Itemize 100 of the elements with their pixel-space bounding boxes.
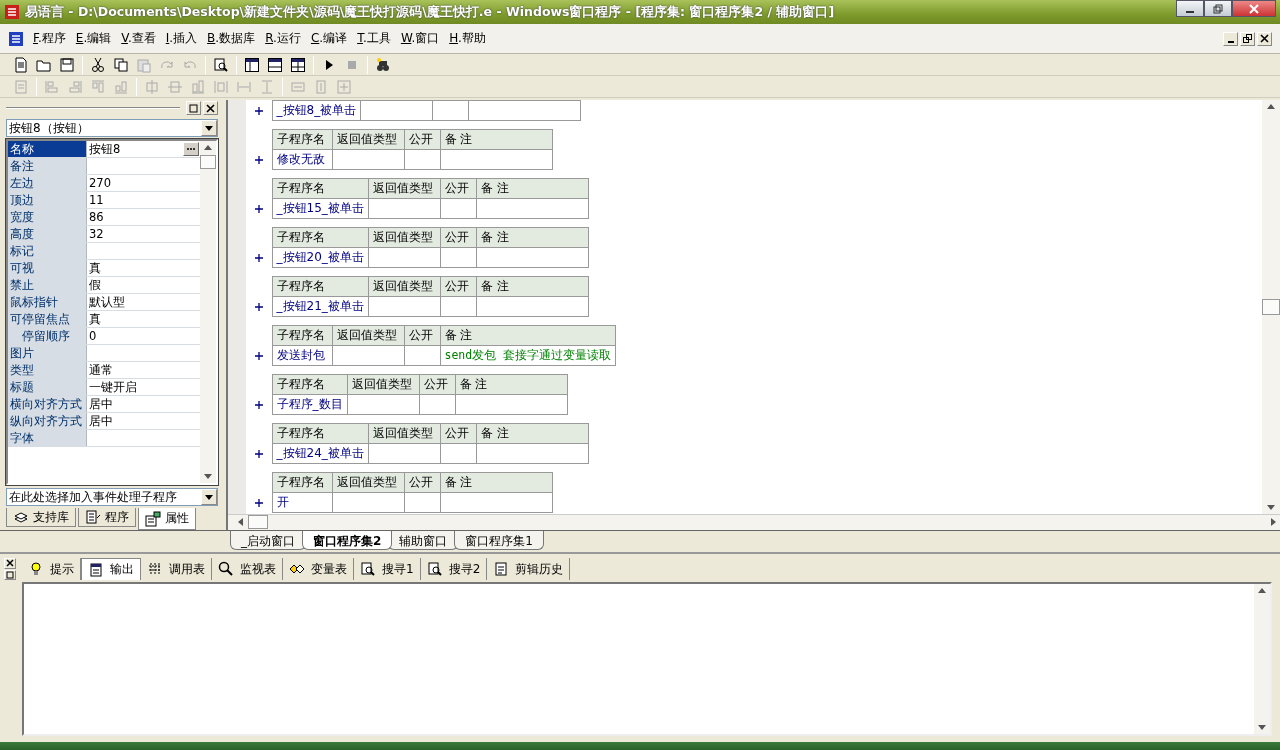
scrollbar-thumb[interactable] [200,155,216,169]
panel-tab[interactable]: 属性 [138,508,196,530]
panel-tab[interactable]: 搜寻1 [354,558,421,580]
square-icon [6,570,14,579]
plus-icon[interactable] [254,155,264,165]
property-name[interactable]: 高度 [8,226,86,242]
subroutine-name[interactable]: _按钮8_被单击 [272,100,361,121]
panel-tab[interactable]: 搜寻2 [420,558,488,580]
scroll-arrow-icon[interactable] [204,472,212,480]
column-header: 公开 [440,276,477,297]
panel-tab[interactable]: 程序 [78,508,136,527]
minimize-button[interactable] [1176,0,1204,17]
subroutine-name[interactable]: _按钮24_被单击 [272,443,369,464]
column-header: 备 注 [455,374,567,395]
scroll-arrow-icon[interactable] [1267,103,1275,111]
ellipsis-button[interactable] [183,142,199,156]
app-logo-icon [8,30,24,47]
property-name[interactable]: 图片 [8,345,86,361]
menu-item[interactable]: V.查看 [116,28,161,49]
property-name[interactable]: 备注 [8,158,86,174]
center-vertical-icon [167,78,183,95]
property-name[interactable]: 标记 [8,243,86,259]
panel-tab[interactable]: 输出 [81,558,141,580]
object-combo[interactable]: 按钮8（按钮） [6,119,218,137]
menu-item[interactable]: E.编辑 [70,28,117,49]
horizontal-scrollbar[interactable] [228,514,1280,530]
subroutine-name[interactable]: 开 [272,492,332,513]
menu-item[interactable]: F.程序 [28,28,71,49]
plus-icon[interactable] [254,204,264,214]
column-header: 子程序名 [272,129,332,150]
panel-tab[interactable]: 变量表 [283,558,354,580]
property-name[interactable]: 类型 [8,362,86,378]
menu-item[interactable]: H.帮助 [444,28,491,49]
scroll-arrow-icon[interactable] [204,144,212,152]
property-name[interactable]: 停留顺序 [8,328,86,344]
column-header: 公开 [419,374,455,395]
property-name[interactable]: 顶边 [8,192,86,208]
subroutine-name[interactable]: _按钮15_被单击 [272,198,369,219]
subroutine-name[interactable]: _按钮20_被单击 [272,247,369,268]
scrollbar-thumb[interactable] [1262,299,1280,315]
property-name[interactable]: 标题 [8,379,86,395]
panel-tab[interactable]: 剪辑历史 [487,558,571,580]
menu-item[interactable]: I.插入 [160,28,203,49]
comment-text: send发包 套接字通过变量读取 [444,348,612,362]
subroutine-name[interactable]: 修改无敌 [272,149,332,170]
scrollbar[interactable] [1262,100,1280,514]
plus-icon[interactable] [254,351,264,361]
scrollbar[interactable] [200,141,216,483]
menu-item[interactable]: W.窗口 [395,28,445,49]
layout-icon [290,56,306,73]
column-header: 备 注 [476,423,589,444]
property-name[interactable]: 鼠标指针 [8,294,86,310]
document-tab[interactable]: 窗口程序集1 [454,531,544,550]
event-combo[interactable]: 在此处选择加入事件处理子程序 [6,488,218,506]
property-name[interactable]: 横向对齐方式 [8,396,86,412]
binoculars-icon [375,56,391,73]
property-name[interactable]: 纵向对齐方式 [8,413,86,429]
subroutine-name[interactable]: _按钮21_被单击 [272,296,369,317]
plus-icon[interactable] [254,302,264,312]
scroll-arrow-icon[interactable] [1258,723,1266,731]
property-name[interactable]: 名称 [8,141,86,157]
find-icon [426,561,443,577]
scrollbar-thumb[interactable] [248,515,268,529]
subroutine-name[interactable]: 发送封包 [272,345,332,366]
column-header: 子程序名 [272,423,369,444]
panel-tab[interactable]: 支持库 [6,508,76,527]
property-name[interactable]: 左边 [8,175,86,191]
plus-icon[interactable] [254,106,264,116]
plus-icon[interactable] [254,400,264,410]
property-name[interactable]: 字体 [8,430,86,446]
property-name[interactable]: 可视 [8,260,86,276]
subroutine-name[interactable]: 子程序_数目 [272,394,347,415]
column-header: 子程序名 [272,472,332,493]
distribute-icon [213,78,229,95]
panel-tab[interactable]: 调用表 [141,558,212,580]
column-header: 子程序名 [272,374,347,395]
panel-tab[interactable]: 监视表 [212,558,283,580]
menu-item[interactable]: R.运行 [260,28,306,49]
menu-item[interactable]: B.数据库 [202,28,261,49]
column-header: 公开 [404,325,440,346]
scroll-arrow-icon[interactable] [237,518,245,526]
property-value[interactable]: 按钮8 [86,141,200,157]
plus-icon[interactable] [254,498,264,508]
property-name[interactable]: 宽度 [8,209,86,225]
scroll-arrow-icon[interactable] [1258,587,1266,595]
plus-icon[interactable] [254,253,264,263]
menu-item[interactable]: C.编译 [305,28,353,49]
ellipsis-icon [186,147,196,151]
document-tab[interactable]: _启动窗口 [230,531,306,550]
menu-item[interactable]: T.工具 [352,28,396,49]
restore-button[interactable] [1204,0,1232,17]
layout-icon [244,56,260,73]
property-name[interactable]: 禁止 [8,277,86,293]
scrollbar[interactable] [1254,584,1270,734]
property-name[interactable]: 可停留焦点 [8,311,86,327]
document-tab[interactable]: 窗口程序集2 [302,531,393,550]
plus-icon[interactable] [254,449,264,459]
float-button[interactable] [4,569,16,580]
column-header: 公开 [440,178,477,199]
close-button[interactable] [1232,0,1276,17]
